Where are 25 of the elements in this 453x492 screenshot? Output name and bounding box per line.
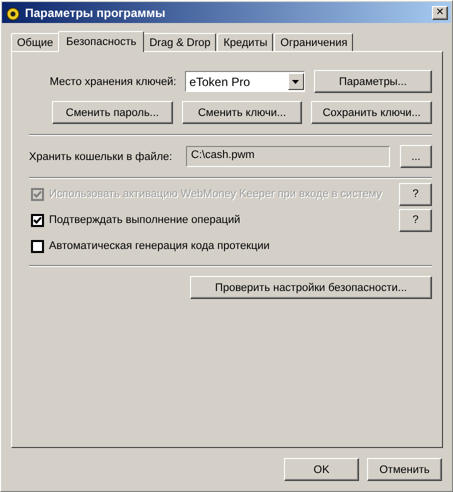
dropdown-arrow-icon (292, 80, 300, 84)
checkbox[interactable] (31, 240, 44, 252)
option-label: Подтверждать выполнение операций (49, 214, 240, 226)
close-button[interactable]: ✕ (432, 6, 448, 20)
tab[interactable]: Drag & Drop (143, 33, 216, 51)
checkbox[interactable] (31, 214, 44, 226)
key-button[interactable]: Сменить пароль... (52, 101, 173, 124)
field-label: Место хранения ключей: (48, 76, 176, 88)
storage-dropdown[interactable]: eToken Pro (185, 71, 305, 92)
key-button[interactable]: Сохранить ключи... (311, 101, 432, 124)
help-button[interactable]: ? (399, 208, 432, 232)
tab[interactable]: Кредиты (217, 33, 274, 51)
option-label: Автоматическая генерация кода протекции (49, 240, 270, 252)
tab[interactable]: Ограничения (274, 33, 354, 51)
field-label: Хранить кошельки в файле: (29, 150, 174, 162)
file-path-field[interactable]: C:\cash.pwm (186, 146, 390, 167)
window-title: Параметры программы (25, 6, 166, 20)
key-button[interactable]: Сменить ключи... (182, 101, 302, 124)
ok-button[interactable]: OK (284, 458, 359, 481)
settings-button[interactable]: Параметры... (314, 70, 432, 93)
tab[interactable]: Безопасность (58, 31, 144, 52)
eye-icon (5, 4, 21, 20)
check-security-button[interactable]: Проверить настройки безопасности... (190, 276, 432, 299)
cancel-button[interactable]: Отменить (367, 458, 442, 481)
browse-button[interactable]: ... (400, 145, 432, 168)
